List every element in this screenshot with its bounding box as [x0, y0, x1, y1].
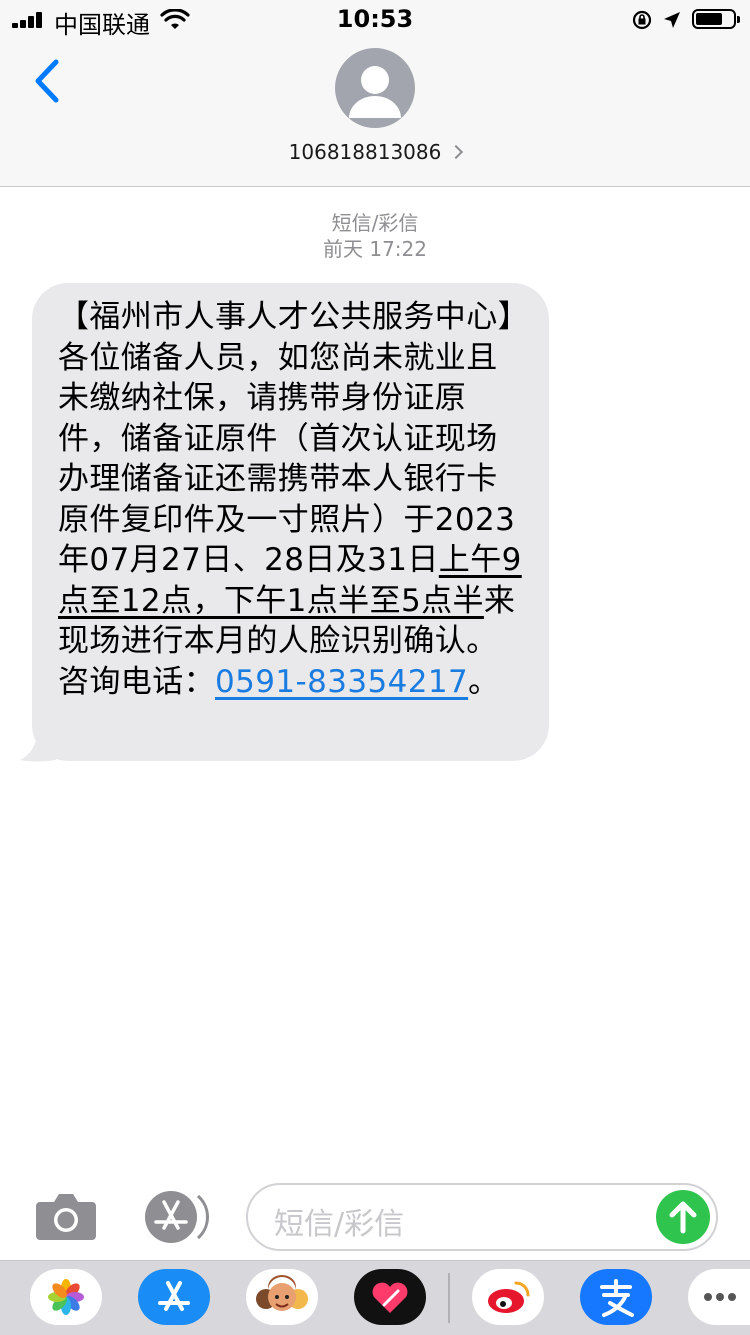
back-chevron-icon[interactable]: [28, 56, 68, 106]
message-type-label: 短信/彩信: [331, 211, 419, 235]
input-placeholder: 短信/彩信: [274, 1207, 405, 1242]
send-arrow-icon: [669, 1201, 697, 1234]
contact-number: 106818813086: [288, 140, 442, 164]
contact-avatar[interactable]: [335, 48, 415, 128]
weibo-icon[interactable]: [472, 1269, 544, 1325]
message-meta: 短信/彩信 前天 17:22: [0, 210, 750, 262]
status-bar: 中国联通 10:53: [0, 0, 750, 40]
chevron-right-icon: [449, 144, 464, 160]
photos-icon[interactable]: [30, 1269, 102, 1325]
conversation-header: 106818813086: [0, 40, 750, 187]
phone-link[interactable]: 0591-83354217: [215, 664, 468, 700]
person-silhouette-icon: [349, 66, 401, 118]
drawer-divider: [448, 1273, 450, 1323]
rotation-lock-icon: [632, 10, 652, 30]
send-button[interactable]: [656, 1190, 710, 1244]
alipay-icon[interactable]: [580, 1269, 652, 1325]
message-text-end: 。: [468, 663, 500, 700]
contact-name[interactable]: 106818813086: [0, 140, 750, 164]
app-store-icon[interactable]: [138, 1269, 210, 1325]
memoji-icon[interactable]: [246, 1269, 318, 1325]
incoming-message-bubble[interactable]: 【福州市人事人才公共服务中心】各位储备人员，如您尚未就业且未缴纳社保，请携带身份…: [32, 283, 549, 761]
more-icon[interactable]: [688, 1269, 750, 1325]
location-arrow-icon: [664, 12, 680, 28]
camera-icon[interactable]: [34, 1190, 98, 1242]
digital-touch-icon[interactable]: [354, 1269, 426, 1325]
message-input[interactable]: 短信/彩信: [246, 1183, 718, 1251]
app-store-icon[interactable]: [138, 1190, 214, 1244]
imessage-app-drawer: [0, 1260, 750, 1335]
battery-icon: [692, 9, 740, 29]
message-timestamp: 前天 17:22: [323, 237, 427, 261]
message-text: 【福州市人事人才公共服务中心】各位储备人员，如您尚未就业且未缴纳社保，请携带身份…: [58, 299, 516, 578]
